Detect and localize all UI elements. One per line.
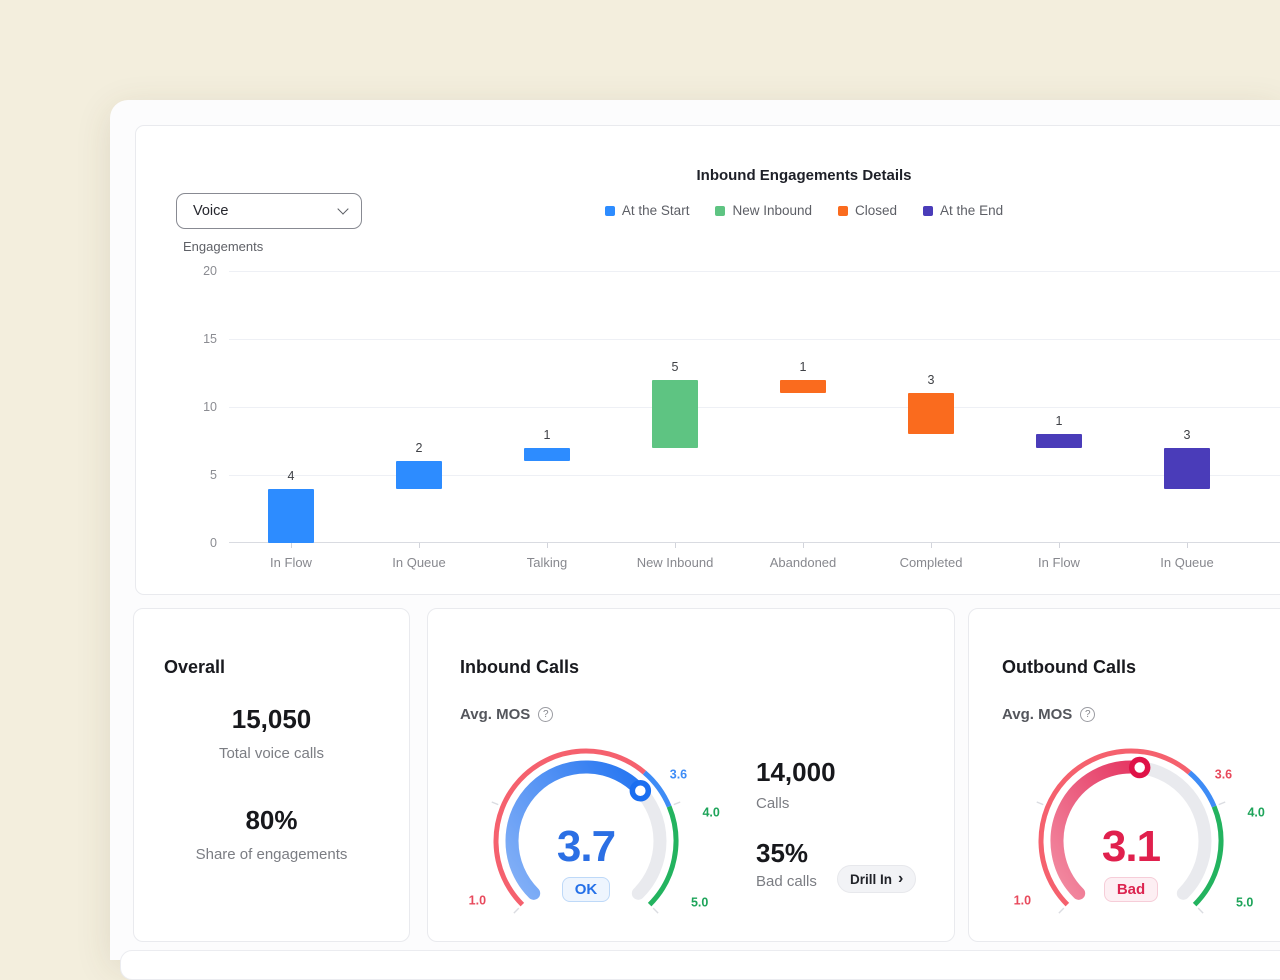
next-row-card-peek xyxy=(120,950,1280,980)
share-of-engagements-label: Share of engagements xyxy=(134,846,409,863)
x-axis-label: In Flow xyxy=(270,555,312,570)
x-axis-tick xyxy=(1059,543,1060,548)
x-axis-tick xyxy=(675,543,676,548)
x-axis-label: In Queue xyxy=(1160,555,1214,570)
drill-in-button[interactable]: Drill In › xyxy=(837,865,916,893)
legend-swatch-icon xyxy=(715,206,725,216)
status-badge: OK xyxy=(562,877,611,902)
y-tick-label: 5 xyxy=(210,468,217,482)
gridline xyxy=(229,339,1280,340)
bar-at-the-start[interactable] xyxy=(268,489,314,543)
bar-at-the-start[interactable] xyxy=(524,448,570,462)
outbound-calls-card: Outbound Calls Avg. MOS ? 3.1 Bad 1.03.6… xyxy=(968,608,1280,942)
status-badge: Bad xyxy=(1104,877,1158,902)
x-axis-tick xyxy=(1187,543,1188,548)
help-icon[interactable]: ? xyxy=(538,707,553,722)
x-axis-label: In Flow xyxy=(1038,555,1080,570)
avg-mos-label: Avg. MOS xyxy=(460,706,530,723)
drill-in-label: Drill In xyxy=(850,872,892,887)
x-axis-label: Completed xyxy=(900,555,963,570)
legend-item-closed[interactable]: Closed xyxy=(838,203,897,218)
svg-text:3.6: 3.6 xyxy=(1215,768,1232,782)
svg-text:3.6: 3.6 xyxy=(670,768,687,782)
chevron-right-icon: › xyxy=(898,871,903,887)
help-icon[interactable]: ? xyxy=(1080,707,1095,722)
legend-swatch-icon xyxy=(605,206,615,216)
calls-count-value: 14,000 xyxy=(756,757,836,788)
x-axis-labels: In Flow In Queue Talking New Inbound Abandon… xyxy=(229,555,1280,575)
inbound-calls-card: Inbound Calls Avg. MOS ? 3.7 OK 1.03.64.… xyxy=(427,608,955,942)
avg-mos-label-row: Avg. MOS ? xyxy=(460,706,553,723)
avg-mos-label-row: Avg. MOS ? xyxy=(1002,706,1095,723)
total-voice-calls-value: 15,050 xyxy=(134,704,409,735)
y-axis-ticks: 05101520 xyxy=(136,271,217,543)
total-voice-calls-label: Total voice calls xyxy=(134,745,409,762)
gauge-status-wrap: OK xyxy=(466,877,706,902)
bar-value-label: 1 xyxy=(800,360,807,374)
bar-at-the-end[interactable] xyxy=(1164,448,1210,489)
gridline xyxy=(229,407,1280,408)
chart-legend: At the Start New Inbound Closed At the End xyxy=(136,203,1280,218)
outbound-card-title: Outbound Calls xyxy=(1002,657,1136,678)
legend-swatch-icon xyxy=(923,206,933,216)
bar-value-label: 4 xyxy=(288,469,295,483)
x-axis-tick xyxy=(803,543,804,548)
legend-label: At the Start xyxy=(622,203,690,218)
bad-calls-value: 35% xyxy=(756,838,808,869)
engagements-chart-card: Inbound Engagements Details Voice At the… xyxy=(135,125,1280,595)
inbound-mos-gauge: 3.7 OK 1.03.64.05.0 xyxy=(466,747,746,932)
y-tick-label: 15 xyxy=(203,332,217,346)
x-axis-tick xyxy=(931,543,932,548)
legend-label: New Inbound xyxy=(732,203,812,218)
y-tick-label: 0 xyxy=(210,536,217,550)
avg-mos-label: Avg. MOS xyxy=(1002,706,1072,723)
inbound-card-title: Inbound Calls xyxy=(460,657,579,678)
x-axis-label: Abandoned xyxy=(770,555,837,570)
x-axis-tick xyxy=(547,543,548,548)
legend-item-new-inbound[interactable]: New Inbound xyxy=(715,203,812,218)
overall-card-title: Overall xyxy=(164,657,225,678)
legend-swatch-icon xyxy=(838,206,848,216)
gridline xyxy=(229,271,1280,272)
outbound-mos-gauge: 3.1 Bad 1.03.64.05.0 xyxy=(1011,747,1280,932)
bar-value-label: 1 xyxy=(544,428,551,442)
x-axis-label: New Inbound xyxy=(637,555,714,570)
x-axis-label: In Queue xyxy=(392,555,446,570)
bar-at-the-end[interactable] xyxy=(1036,434,1082,448)
legend-item-at-the-end[interactable]: At the End xyxy=(923,203,1003,218)
x-axis-tick xyxy=(419,543,420,548)
share-of-engagements-value: 80% xyxy=(134,805,409,836)
bar-closed[interactable] xyxy=(908,393,954,434)
gauge-status-wrap: Bad xyxy=(1011,877,1251,902)
y-tick-label: 10 xyxy=(203,400,217,414)
svg-text:4.0: 4.0 xyxy=(702,806,719,820)
y-tick-label: 20 xyxy=(203,264,217,278)
gauge-value: 3.7 xyxy=(466,822,706,872)
bar-closed[interactable] xyxy=(780,380,826,394)
svg-text:4.0: 4.0 xyxy=(1247,806,1264,820)
x-axis-label: Talking xyxy=(527,555,567,570)
x-axis-tick xyxy=(291,543,292,548)
overall-card: Overall 15,050 Total voice calls 80% Sha… xyxy=(133,608,410,942)
y-axis-title: Engagements xyxy=(183,239,263,254)
bar-value-label: 3 xyxy=(1184,428,1191,442)
legend-item-at-the-start[interactable]: At the Start xyxy=(605,203,690,218)
bar-at-the-start[interactable] xyxy=(396,461,442,488)
bar-value-label: 2 xyxy=(416,441,423,455)
bar-value-label: 1 xyxy=(1056,414,1063,428)
legend-label: Closed xyxy=(855,203,897,218)
legend-label: At the End xyxy=(940,203,1003,218)
app-window: Inbound Engagements Details Voice At the… xyxy=(110,100,1280,960)
bad-calls-label: Bad calls xyxy=(756,873,817,890)
bar-value-label: 5 xyxy=(672,360,679,374)
chart-title: Inbound Engagements Details xyxy=(136,167,1280,184)
gridline xyxy=(229,475,1280,476)
bar-value-label: 3 xyxy=(928,373,935,387)
bar-plot: 4 2 1 5 1 3 1 3 xyxy=(229,271,1280,543)
gauge-value: 3.1 xyxy=(1011,822,1251,872)
calls-count-label: Calls xyxy=(756,795,789,812)
bar-new-inbound[interactable] xyxy=(652,380,698,448)
